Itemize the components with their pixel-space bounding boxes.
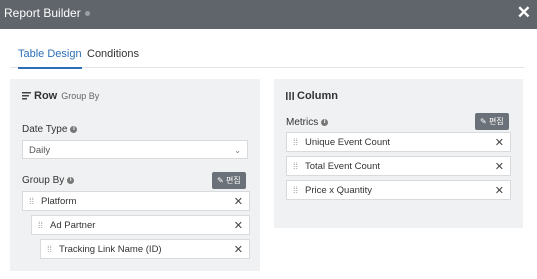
date-type-select[interactable]: Daily ⌄ xyxy=(22,140,248,159)
row-panel-title: Row xyxy=(34,90,58,102)
row-panel-subtitle: Group By xyxy=(61,91,100,101)
info-icon: i xyxy=(70,125,78,133)
metric-item-price-x-quantity[interactable]: ⁞⁞ Price x Quantity ✕ xyxy=(286,180,511,200)
remove-icon[interactable]: ✕ xyxy=(495,184,504,197)
title-bar: Report Builder ✕ xyxy=(0,0,537,29)
group-by-item-platform[interactable]: ⁞⁞ Platform ✕ xyxy=(22,191,250,211)
group-by-label-text: Group By xyxy=(22,175,65,186)
close-icon[interactable]: ✕ xyxy=(517,3,531,23)
window-title: Report Builder xyxy=(4,6,90,20)
row-edit-label: 편집 xyxy=(225,176,241,185)
drag-handle-icon[interactable]: ⁞⁞ xyxy=(293,137,300,148)
group-by-item-label: Ad Partner xyxy=(50,220,96,231)
remove-icon[interactable]: ✕ xyxy=(495,136,504,149)
group-by-item-label: Platform xyxy=(41,196,77,207)
title-status-dot xyxy=(84,11,90,17)
metric-item-total-event-count[interactable]: ⁞⁞ Total Event Count ✕ xyxy=(286,156,511,176)
column-edit-button[interactable]: ✎ 편집 xyxy=(475,113,509,130)
tab-conditions[interactable]: Conditions xyxy=(87,48,139,67)
column-panel-header: Column xyxy=(286,90,338,102)
drag-handle-icon[interactable]: ⁞⁞ xyxy=(29,196,36,207)
columns-icon xyxy=(286,92,294,101)
date-type-value: Daily xyxy=(29,145,51,156)
info-icon: i xyxy=(67,176,75,184)
metric-item-label: Price x Quantity xyxy=(305,185,373,196)
chevron-down-icon: ⌄ xyxy=(234,146,241,155)
group-by-item-ad-partner[interactable]: ⁞⁞ Ad Partner ✕ xyxy=(31,215,250,235)
group-by-item-tracking-link[interactable]: ⁞⁞ Tracking Link Name (ID) ✕ xyxy=(40,239,250,259)
date-type-label-text: Date Type xyxy=(22,124,68,135)
window-title-text: Report Builder xyxy=(4,6,81,20)
column-edit-label: 편집 xyxy=(488,117,504,126)
remove-icon[interactable]: ✕ xyxy=(234,195,243,208)
remove-icon[interactable]: ✕ xyxy=(495,160,504,173)
metric-item-label: Unique Event Count xyxy=(305,137,391,148)
metric-item-label: Total Event Count xyxy=(305,161,380,172)
metrics-label-text: Metrics xyxy=(286,117,319,128)
drag-handle-icon[interactable]: ⁞⁞ xyxy=(293,185,300,196)
rows-icon xyxy=(22,92,31,100)
tab-table-design[interactable]: Table Design xyxy=(18,48,82,69)
date-type-label: Date Type i xyxy=(22,124,78,135)
row-panel: Row Group By Date Type i Daily ⌄ Group By i… xyxy=(10,79,260,271)
column-panel: Column Metrics i ✎ 편집 ⁞⁞ Unique Event Cou… xyxy=(274,79,523,228)
group-by-item-label: Tracking Link Name (ID) xyxy=(59,244,162,255)
row-edit-button[interactable]: ✎ 편집 xyxy=(212,172,246,189)
group-by-label: Group By i xyxy=(22,175,75,186)
remove-icon[interactable]: ✕ xyxy=(234,219,243,232)
remove-icon[interactable]: ✕ xyxy=(234,243,243,256)
column-panel-title: Column xyxy=(297,90,338,102)
info-icon: i xyxy=(321,118,329,126)
tab-bar: Table Design Conditions xyxy=(10,38,524,69)
row-panel-header: Row Group By xyxy=(22,90,99,102)
drag-handle-icon[interactable]: ⁞⁞ xyxy=(293,161,300,172)
pencil-icon: ✎ xyxy=(480,117,487,126)
drag-handle-icon[interactable]: ⁞⁞ xyxy=(47,244,54,255)
metric-item-unique-event-count[interactable]: ⁞⁞ Unique Event Count ✕ xyxy=(286,132,511,152)
pencil-icon: ✎ xyxy=(217,176,224,185)
drag-handle-icon[interactable]: ⁞⁞ xyxy=(38,220,45,231)
metrics-label: Metrics i xyxy=(286,117,329,128)
